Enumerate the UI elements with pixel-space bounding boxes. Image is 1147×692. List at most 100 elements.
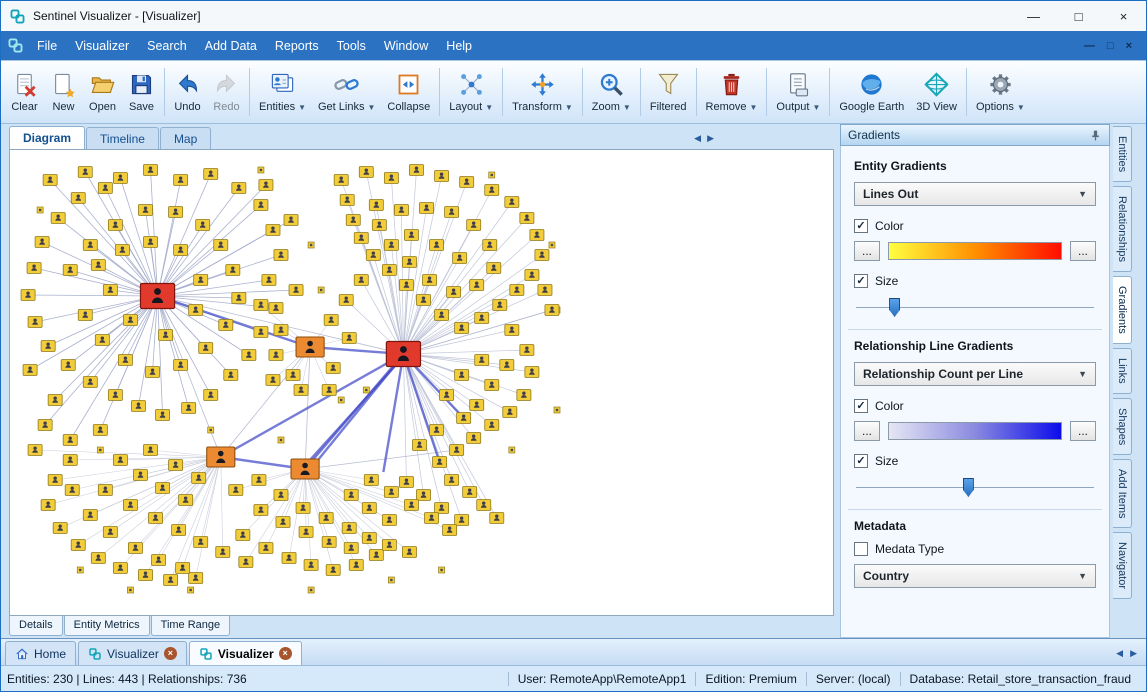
maximize-icon[interactable]: □ xyxy=(1056,1,1101,31)
toolbar-layout-button[interactable]: Layout▼ xyxy=(443,63,499,121)
graph-entity-node[interactable] xyxy=(113,455,127,466)
entity-gradient-start-button[interactable]: ... xyxy=(854,241,880,261)
graph-entity-node[interactable] xyxy=(63,265,77,276)
graph-entity-node[interactable] xyxy=(485,185,499,196)
graph-entity-node[interactable] xyxy=(131,401,145,412)
graph-entity-node[interactable] xyxy=(95,335,109,346)
graph-entity-node[interactable] xyxy=(477,500,491,511)
graph-hub-node[interactable] xyxy=(386,342,420,367)
slider-thumb[interactable] xyxy=(889,298,900,317)
side-tab-shapes[interactable]: Shapes xyxy=(1113,398,1132,455)
relationship-gradient-start-button[interactable]: ... xyxy=(854,421,880,441)
entity-size-slider[interactable] xyxy=(856,296,1094,320)
graph-entity-node[interactable] xyxy=(447,287,461,298)
graph-entity-node[interactable] xyxy=(369,550,383,561)
graph-entity-node[interactable] xyxy=(319,513,333,524)
graph-entity-node[interactable] xyxy=(156,410,170,421)
menu-item-file[interactable]: File xyxy=(28,33,66,59)
metadata-type-checkbox[interactable] xyxy=(854,542,868,556)
tab-timeline[interactable]: Timeline xyxy=(86,127,159,149)
graph-entity-node[interactable] xyxy=(182,403,196,414)
graph-entity-node[interactable] xyxy=(485,420,499,431)
graph-entity-node[interactable] xyxy=(174,175,188,186)
graph-entity-node[interactable] xyxy=(71,193,85,204)
graph-entity-node[interactable] xyxy=(416,295,430,306)
tab-nav-right-icon[interactable]: ▶ xyxy=(707,133,714,144)
entity-gradient-dropdown[interactable]: Lines Out ▼ xyxy=(854,182,1096,206)
graph-entity-node[interactable] xyxy=(404,230,418,241)
graph-entity-node[interactable] xyxy=(204,390,218,401)
graph-entity-node[interactable] xyxy=(232,183,246,194)
graph-entity-node[interactable] xyxy=(123,315,137,326)
graph-entity-node[interactable] xyxy=(525,367,539,378)
graph-entity-node[interactable] xyxy=(440,390,454,401)
graph-entity-node[interactable] xyxy=(425,513,439,524)
graph-entity-node[interactable] xyxy=(470,400,484,411)
graph-entity-node[interactable] xyxy=(545,305,559,316)
graph-entity-node[interactable] xyxy=(93,425,107,436)
toolbar-entities-button[interactable]: Entities▼ xyxy=(253,63,312,121)
side-tab-gradients[interactable]: Gradients xyxy=(1113,276,1132,344)
graph-entity-node[interactable] xyxy=(41,341,55,352)
graph-entity-node[interactable] xyxy=(457,413,471,424)
graph-entity-node[interactable] xyxy=(189,573,203,584)
graph-entity-node[interactable] xyxy=(433,457,447,468)
mdi-minimize-icon[interactable]: — xyxy=(1084,40,1095,52)
graph-entity-node[interactable] xyxy=(239,557,253,568)
graph-dot-node[interactable] xyxy=(258,167,264,173)
graph-entity-node[interactable] xyxy=(254,505,268,516)
graph-entity-node[interactable] xyxy=(41,500,55,511)
graph-entity-node[interactable] xyxy=(402,547,416,558)
graph-entity-node[interactable] xyxy=(63,455,77,466)
graph-dot-node[interactable] xyxy=(554,407,560,413)
graph-entity-node[interactable] xyxy=(83,510,97,521)
slider-thumb[interactable] xyxy=(963,478,974,497)
toolbar-transform-button[interactable]: Transform▼ xyxy=(506,63,579,121)
graph-entity-node[interactable] xyxy=(259,180,273,191)
graph-entity-node[interactable] xyxy=(35,237,49,248)
graph-entity-node[interactable] xyxy=(143,165,157,176)
graph-entity-node[interactable] xyxy=(164,575,178,586)
graph-dot-node[interactable] xyxy=(489,172,495,178)
graph-entity-node[interactable] xyxy=(224,370,238,381)
side-tab-links[interactable]: Links xyxy=(1113,348,1132,394)
menu-item-help[interactable]: Help xyxy=(437,33,481,59)
graph-dot-node[interactable] xyxy=(278,437,284,443)
chevron-down-icon[interactable]: ▼ xyxy=(812,103,820,112)
graph-entity-node[interactable] xyxy=(214,240,228,251)
graph-hub-node[interactable] xyxy=(140,284,174,309)
graph-entity-node[interactable] xyxy=(483,240,497,251)
toolbar-zoom-button[interactable]: Zoom▼ xyxy=(586,63,637,121)
graph-entity-node[interactable] xyxy=(149,513,163,524)
graph-entity-node[interactable] xyxy=(174,360,188,371)
graph-entity-node[interactable] xyxy=(172,525,186,536)
toolbar-new-button[interactable]: New xyxy=(44,63,83,121)
graph-entity-node[interactable] xyxy=(91,260,105,271)
graph-entity-node[interactable] xyxy=(334,175,348,186)
graph-entity-node[interactable] xyxy=(71,540,85,551)
graph-dot-node[interactable] xyxy=(338,397,344,403)
close-icon[interactable]: × xyxy=(1101,1,1146,31)
menu-item-search[interactable]: Search xyxy=(138,33,196,59)
window-tab-visualizer[interactable]: Visualizer× xyxy=(189,641,302,665)
graph-dot-node[interactable] xyxy=(77,567,83,573)
graph-entity-node[interactable] xyxy=(284,215,298,226)
graph-entity-node[interactable] xyxy=(179,495,193,506)
graph-entity-node[interactable] xyxy=(266,375,280,386)
graph-entity-node[interactable] xyxy=(364,475,378,486)
graph-entity-node[interactable] xyxy=(382,515,396,526)
graph-entity-node[interactable] xyxy=(416,490,430,501)
graph-entity-node[interactable] xyxy=(467,433,481,444)
graph-entity-node[interactable] xyxy=(28,445,42,456)
entity-color-checkbox[interactable]: ✓ xyxy=(854,219,868,233)
graph-entity-node[interactable] xyxy=(299,527,313,538)
graph-entity-node[interactable] xyxy=(435,503,449,514)
graph-entity-node[interactable] xyxy=(143,237,157,248)
graph-entity-node[interactable] xyxy=(399,477,413,488)
graph-entity-node[interactable] xyxy=(535,250,549,261)
graph-entity-node[interactable] xyxy=(152,555,166,566)
side-tab-entities[interactable]: Entities xyxy=(1113,126,1132,182)
toolbar-filtered-button[interactable]: Filtered xyxy=(644,63,693,121)
graph-entity-node[interactable] xyxy=(460,177,474,188)
graph-entity-node[interactable] xyxy=(194,275,208,286)
